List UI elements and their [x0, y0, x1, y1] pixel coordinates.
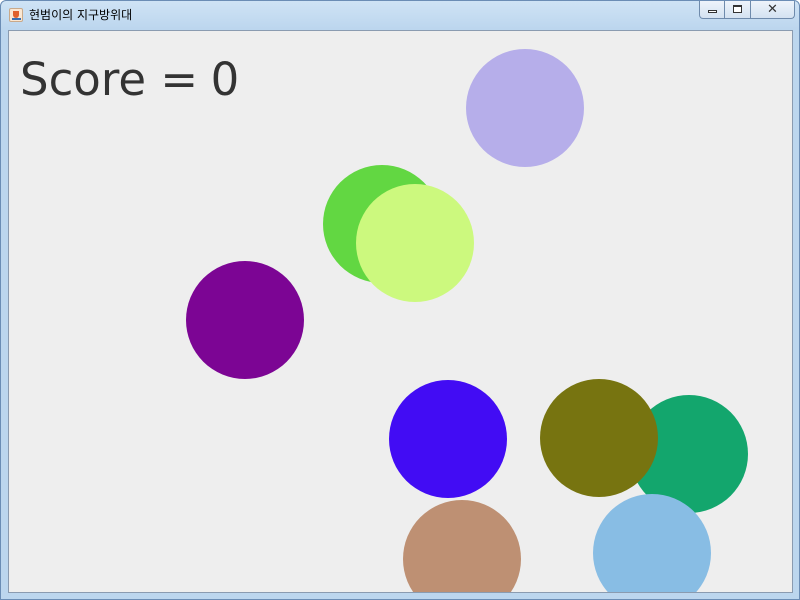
ball[interactable]: [186, 261, 304, 379]
close-icon: ✕: [767, 2, 778, 17]
close-button[interactable]: ✕: [751, 1, 795, 19]
window-title: 현범이의 지구방위대: [29, 8, 133, 22]
maximize-icon: [733, 5, 742, 13]
java-cup-icon[interactable]: [9, 8, 23, 22]
game-panel[interactable]: Score = 0: [8, 30, 793, 593]
maximize-button[interactable]: [725, 1, 751, 19]
ball[interactable]: [466, 49, 584, 167]
ball[interactable]: [540, 379, 658, 497]
game-canvas[interactable]: [9, 31, 792, 592]
application-window: 현범이의 지구방위대 ✕ Score = 0: [0, 0, 800, 600]
minimize-button[interactable]: [699, 1, 725, 19]
ball[interactable]: [356, 184, 474, 302]
minimize-icon: [708, 10, 717, 13]
score-display: Score = 0: [20, 50, 239, 110]
score-value: 0: [210, 53, 240, 106]
ball[interactable]: [389, 380, 507, 498]
score-label: Score =: [20, 53, 199, 106]
ball[interactable]: [403, 500, 521, 592]
window-controls: ✕: [699, 1, 795, 21]
title-bar[interactable]: 현범이의 지구방위대 ✕: [1, 1, 799, 29]
